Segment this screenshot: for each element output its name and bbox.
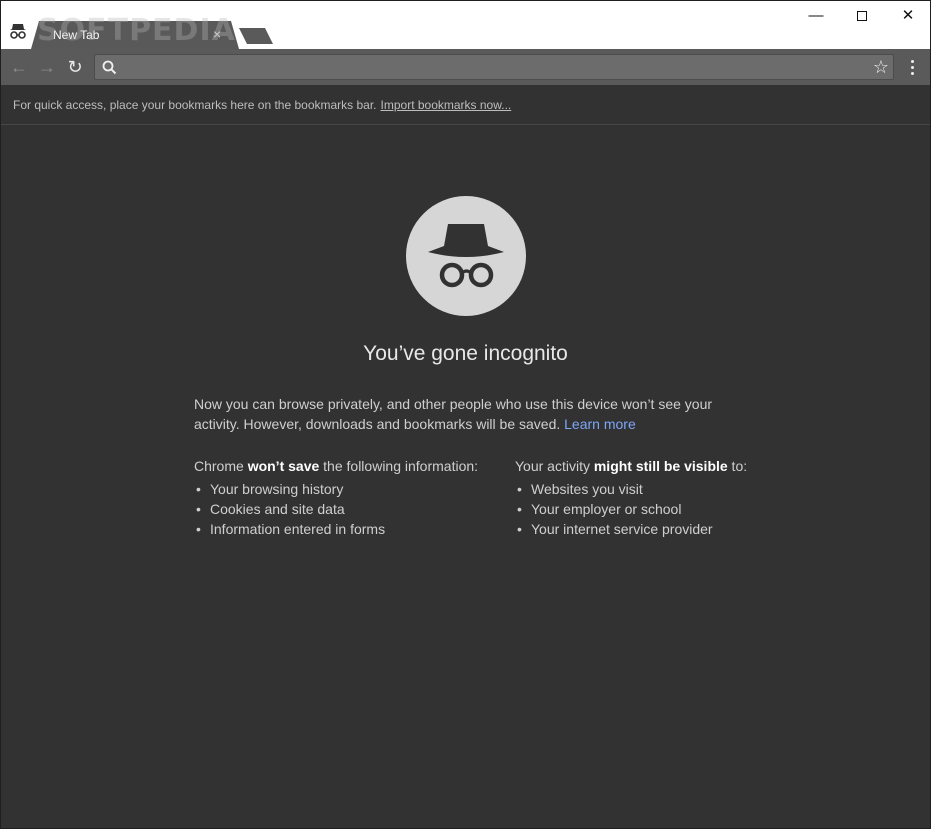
incognito-description: Now you can browse privately, and other … — [194, 394, 739, 434]
minimize-icon: — — [808, 7, 824, 24]
list-item: Cookies and site data — [194, 499, 514, 519]
might-be-visible-section: Your activity might still be visible to:… — [515, 458, 815, 539]
more-vert-icon[interactable] — [903, 55, 923, 79]
list-item: Information entered in forms — [194, 519, 514, 539]
list-item: Websites you visit — [515, 479, 815, 499]
incognito-page: You’ve gone incognito Now you can browse… — [1, 126, 930, 828]
close-icon: ✕ — [901, 7, 915, 24]
list-item: Your browsing history — [194, 479, 514, 499]
search-icon — [102, 60, 117, 75]
wont-save-section: Chrome won’t save the following informat… — [194, 458, 514, 539]
back-button[interactable]: ← — [7, 55, 31, 79]
forward-button[interactable]: → — [35, 55, 59, 79]
minimize-button[interactable]: — — [793, 3, 839, 31]
might-be-visible-heading: Your activity might still be visible to: — [515, 458, 748, 474]
incognito-icon — [428, 224, 504, 288]
toolbar: ← → ↻ ☆ — [1, 49, 930, 85]
page-title: You’ve gone incognito — [363, 342, 568, 365]
close-button[interactable]: ✕ — [885, 3, 930, 31]
bookmarks-bar: For quick access, place your bookmarks h… — [1, 85, 930, 125]
list-item: Your employer or school — [515, 499, 815, 519]
tab-close-icon[interactable]: × — [213, 26, 221, 42]
new-tab-button[interactable] — [239, 28, 273, 44]
maximize-button[interactable] — [839, 3, 885, 31]
list-item: Your internet service provider — [515, 519, 815, 539]
bookmarks-bar-message: For quick access, place your bookmarks h… — [13, 98, 511, 112]
title-bar: New Tab × SOFTPEDIA — ✕ — [1, 1, 930, 49]
wont-save-heading: Chrome won’t save the following informat… — [194, 458, 479, 474]
star-icon[interactable]: ☆ — [873, 56, 889, 78]
maximize-icon — [857, 11, 867, 21]
reload-button[interactable]: ↻ — [63, 55, 87, 79]
learn-more-link[interactable]: Learn more — [564, 416, 636, 432]
might-be-visible-list: Websites you visit Your employer or scho… — [515, 479, 815, 539]
incognito-icon — [10, 24, 26, 39]
wont-save-list: Your browsing history Cookies and site d… — [194, 479, 514, 539]
browser-window: New Tab × SOFTPEDIA — ✕ ← → ↻ ☆ For quic… — [0, 0, 931, 829]
incognito-hero — [406, 196, 526, 316]
import-bookmarks-link[interactable]: Import bookmarks now... — [381, 98, 512, 112]
tab-title: New Tab — [53, 28, 100, 42]
tab-new-tab[interactable]: New Tab × — [31, 21, 239, 49]
omnibox[interactable]: ☆ — [94, 54, 894, 80]
bookmarks-hint: For quick access, place your bookmarks h… — [13, 98, 377, 112]
